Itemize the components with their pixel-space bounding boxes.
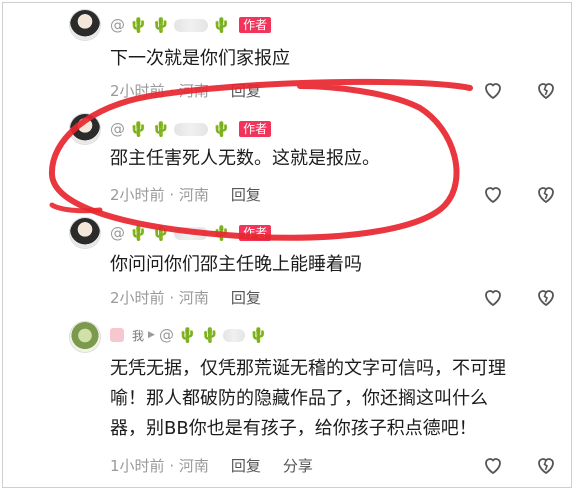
handle-prefix: @: [158, 326, 174, 344]
heart-icon[interactable]: [481, 285, 505, 309]
dislike-heart-icon[interactable]: [534, 78, 558, 102]
username-row[interactable]: @ 🌵 🌵 🌵 作者: [110, 118, 272, 140]
comment-text: 邵主任害死人无数。这就是报应。: [110, 148, 380, 169]
reply-button[interactable]: 回复: [231, 184, 261, 205]
cactus-emoji-icon: 🌵: [129, 224, 148, 242]
comment-meta: 2小时前 · 河南 回复: [110, 80, 283, 101]
cactus-emoji-icon: 🌵: [151, 224, 171, 242]
cactus-emoji-icon: 🌵: [151, 16, 171, 34]
heart-icon[interactable]: [481, 182, 505, 206]
cactus-emoji-icon: 🌵: [151, 120, 171, 138]
heart-icon[interactable]: [481, 78, 505, 102]
avatar[interactable]: [70, 114, 100, 144]
comment-meta: 2小时前 · 河南 回复: [110, 184, 283, 205]
comment-meta: 2小时前 · 河南 回复: [110, 287, 283, 308]
blurred-username: [223, 328, 246, 342]
cactus-emoji-icon: 🌵: [249, 326, 268, 344]
comment-text-line: 喻！那人都破防的隐藏作品了，你还搁这叫什么: [110, 388, 488, 409]
username-row[interactable]: 我 ▶ @ 🌵 🌵 🌵: [110, 324, 268, 346]
author-badge: 作者: [239, 225, 272, 241]
blurred-username: [174, 122, 209, 136]
cactus-emoji-icon: 🌵: [200, 326, 220, 344]
comment-time-location: 2小时前 · 河南: [110, 82, 209, 100]
author-badge: 作者: [239, 17, 272, 33]
comment-time-location: 2小时前 · 河南: [110, 289, 209, 307]
share-button[interactable]: 分享: [283, 455, 313, 476]
comment-text: 下一次就是你们家报应: [110, 48, 290, 69]
reply-button[interactable]: 回复: [231, 455, 261, 476]
cactus-emoji-icon: 🌵: [177, 326, 197, 344]
comment-text: 你问问你们邵主任晚上能睡着吗: [110, 254, 362, 275]
username-row[interactable]: @ 🌵 🌵 🌵 作者: [110, 222, 272, 244]
me-label: 我: [132, 328, 145, 343]
cactus-emoji-icon: 🌵: [129, 16, 148, 34]
avatar[interactable]: [70, 10, 100, 40]
dislike-heart-icon[interactable]: [534, 285, 558, 309]
blurred-username: [110, 328, 124, 342]
heart-icon[interactable]: [481, 453, 505, 477]
comment-text-line: 无凭无据，仅凭那荒诞无稽的文字可信吗，不可理: [110, 358, 506, 379]
reply-arrow-icon: ▶: [148, 330, 155, 340]
cactus-emoji-icon: 🌵: [212, 16, 232, 34]
reply-button[interactable]: 回复: [231, 287, 261, 308]
comment-time-location: 1小时前 · 河南: [110, 457, 209, 475]
blurred-username: [174, 18, 209, 32]
comment-text-line: 器，别BB你也是有孩子，给你孩子积点德吧！: [110, 418, 477, 439]
cactus-emoji-icon: 🌵: [129, 120, 148, 138]
reply-button[interactable]: 回复: [231, 80, 261, 101]
username-row[interactable]: @ 🌵 🌵 🌵 作者: [110, 14, 272, 36]
blurred-username: [174, 226, 209, 240]
avatar[interactable]: [70, 218, 100, 248]
handle-prefix: @: [110, 224, 125, 242]
dislike-heart-icon[interactable]: [534, 182, 558, 206]
cactus-emoji-icon: 🌵: [212, 224, 232, 242]
author-badge: 作者: [239, 121, 272, 137]
comment-meta: 1小时前 · 河南 回复 分享: [110, 455, 313, 476]
handle-prefix: @: [110, 16, 125, 34]
comment-time-location: 2小时前 · 河南: [110, 186, 209, 204]
comment-text: 无凭无据，仅凭那荒诞无稽的文字可信吗，不可理 喻！那人都破防的隐藏作品了，你还搁…: [110, 354, 506, 444]
avatar[interactable]: [70, 322, 100, 352]
cactus-emoji-icon: 🌵: [212, 120, 232, 138]
dislike-heart-icon[interactable]: [534, 453, 558, 477]
handle-prefix: @: [110, 120, 125, 138]
